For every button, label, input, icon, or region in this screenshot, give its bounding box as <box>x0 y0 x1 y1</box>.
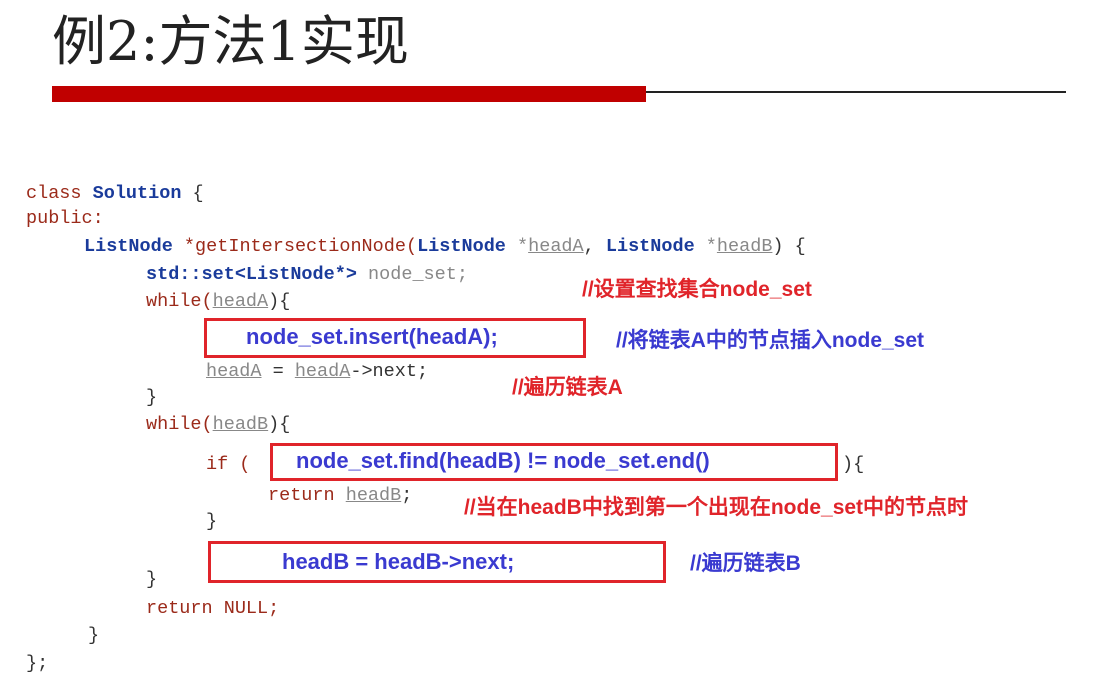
keyword-while: while( <box>146 414 213 435</box>
set-var: node_set; <box>356 264 468 285</box>
code-line-12: } <box>206 511 218 532</box>
brace: ){ <box>268 414 291 435</box>
title-underline-thin <box>646 91 1066 93</box>
var-head-a: headA <box>212 291 269 312</box>
keyword-return: return <box>268 485 346 506</box>
param-head-a: headA <box>528 236 584 257</box>
keyword-while: while( <box>146 291 213 312</box>
code-line-7: headA = headA->next; <box>206 360 428 384</box>
code-line-15: return NULL; <box>146 598 280 619</box>
next: ->next; <box>350 361 429 382</box>
brace: ){ <box>268 291 291 312</box>
semicolon: ; <box>401 485 413 506</box>
paren-brace: ) { <box>772 236 806 257</box>
code-line-4: std::set<ListNode*> node_set; <box>146 263 468 287</box>
class-name: Solution <box>92 183 182 204</box>
param-head-b: headB <box>716 236 773 257</box>
code-line-17: }; <box>26 653 49 674</box>
param-type-b: ListNode <box>605 236 695 257</box>
function-name: *getIntersectionNode( <box>172 236 418 257</box>
star: * <box>694 236 717 257</box>
insert-line: node_set.insert(headA); <box>246 324 498 349</box>
code-line-5: while(headA){ <box>146 290 290 314</box>
slide-title: 例2:方法1实现 <box>52 10 409 73</box>
code-line-9: while(headB){ <box>146 413 290 437</box>
var-head-b: headB <box>345 485 402 506</box>
code-line-14: } <box>146 569 158 590</box>
code-line-1: class Solution { <box>26 182 204 206</box>
find-line: node_set.find(headB) != node_set.end() <box>296 448 710 473</box>
comment-insert-list-a: //将链表A中的节点插入node_set <box>616 329 925 352</box>
code-line-3: ListNode *getIntersectionNode(ListNode *… <box>84 235 806 259</box>
code-line-16: } <box>88 625 100 646</box>
star: * <box>505 236 529 257</box>
param-type-a: ListNode <box>417 236 506 257</box>
return-type: ListNode <box>84 236 173 257</box>
code-line-10-if: if ( <box>206 454 251 475</box>
code-line-2: public: <box>26 208 104 229</box>
set-type: std::set<ListNode*> <box>146 264 357 285</box>
code-line-11: return headB; <box>268 484 412 508</box>
comment-traverse-a: //遍历链表A <box>512 376 623 399</box>
comment-traverse-b: //遍历链表B <box>690 552 801 575</box>
next-line: headB = headB->next; <box>282 549 515 574</box>
brace: { <box>181 183 204 204</box>
code-line-10-end: ){ <box>842 454 865 475</box>
var-head-a: headA <box>206 361 262 382</box>
comma: , <box>583 236 606 257</box>
assign: = <box>261 361 295 382</box>
var-head-b: headB <box>212 414 269 435</box>
comment-set-node-set: //设置查找集合node_set <box>582 278 812 301</box>
keyword-class: class <box>26 183 82 204</box>
title-underline-thick <box>52 86 646 102</box>
var-head-a: headA <box>294 361 351 382</box>
code-line-8: } <box>146 387 158 408</box>
comment-found-node: //当在headB中找到第一个出现在node_set中的节点时 <box>464 496 969 519</box>
